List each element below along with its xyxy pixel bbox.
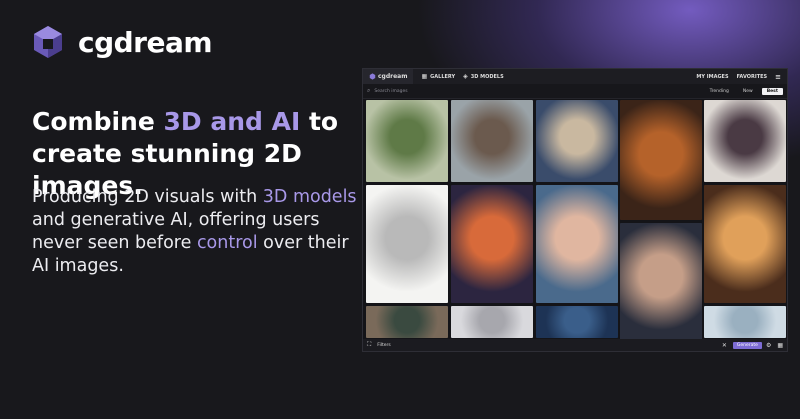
gallery-image-cyber-woman[interactable]	[536, 185, 618, 303]
gallery-image-elf-warrior[interactable]	[366, 306, 448, 338]
app-footer: ⛶ Filters ✕ Generate ⚙ ▦	[363, 339, 787, 351]
gallery-image-dark-knight[interactable]	[620, 100, 702, 220]
filter-icon[interactable]: ⛶	[367, 341, 371, 349]
grid-icon: ▦	[421, 73, 428, 80]
brand-logo[interactable]: cgdream	[30, 24, 213, 60]
nav-3d-models[interactable]: ◈ 3D MODELS	[463, 73, 504, 80]
filters-label[interactable]: Filters	[377, 343, 391, 348]
gallery-image-astronaut-robot[interactable]	[536, 100, 618, 182]
nav-gallery[interactable]: ▦ GALLERY	[421, 73, 455, 80]
generate-button[interactable]: Generate	[732, 341, 762, 349]
app-logo[interactable]: cgdream	[363, 69, 414, 84]
app-topbar: cgdream ▦ GALLERY ◈ 3D MODELS MY IMAGES …	[363, 69, 787, 84]
gallery-image-monster-plant[interactable]	[366, 100, 448, 182]
cgdream-logo-icon	[34, 26, 62, 58]
close-icon[interactable]: ✕	[722, 342, 727, 349]
gallery-image-cat-sunglasses[interactable]	[451, 100, 533, 182]
description: Producing 2D visuals with 3D models and …	[32, 186, 362, 278]
nav-3d-models-label: 3D MODELS	[470, 73, 504, 80]
sort-trending[interactable]: Trending	[705, 88, 734, 95]
description-accent-3d-models: 3D models	[262, 187, 357, 207]
headline-text: Combine	[32, 107, 164, 136]
gallery-image-pale-sky[interactable]	[704, 306, 786, 338]
gallery-image-sketch-girl[interactable]	[366, 185, 448, 303]
search-row: ⌕ Search images Trending New Best	[363, 84, 787, 99]
nav-favorites[interactable]: FAVORITES	[737, 74, 768, 80]
settings-icon[interactable]: ⚙	[766, 342, 771, 349]
cube-icon: ◈	[463, 73, 468, 80]
cgdream-logo-icon	[369, 73, 376, 80]
gallery-image-figs-bowl[interactable]	[704, 100, 786, 182]
nav-my-images[interactable]: MY IMAGES	[696, 74, 728, 80]
gallery-image-queen-crown[interactable]	[620, 223, 702, 341]
image-gallery	[366, 100, 786, 341]
description-text: Producing 2D visuals with	[32, 187, 263, 207]
app-window: cgdream ▦ GALLERY ◈ 3D MODELS MY IMAGES …	[362, 68, 788, 352]
sort-best[interactable]: Best	[761, 87, 783, 95]
gallery-image-white-dish[interactable]	[451, 306, 533, 338]
search-icon: ⌕	[367, 87, 371, 94]
gallery-image-floral-skull[interactable]	[451, 185, 533, 303]
nav-gallery-label: GALLERY	[430, 73, 456, 80]
brand-name: cgdream	[78, 25, 213, 59]
grid-view-icon[interactable]: ▦	[777, 342, 783, 349]
search-placeholder: Search images	[374, 88, 408, 94]
sort-new[interactable]: New	[738, 88, 758, 95]
gallery-image-market-chef[interactable]	[704, 185, 786, 303]
app-logo-text: cgdream	[378, 73, 408, 80]
menu-icon[interactable]: ≡	[775, 73, 781, 81]
search-input[interactable]: ⌕ Search images	[367, 86, 701, 96]
description-accent-control: control	[196, 233, 258, 253]
headline-accent: 3D and AI	[163, 107, 301, 136]
gallery-image-blue-scene[interactable]	[536, 306, 618, 338]
